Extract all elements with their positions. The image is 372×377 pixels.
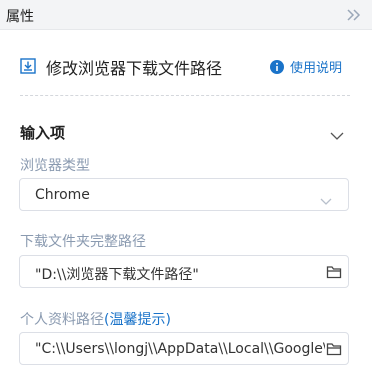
folder-icon[interactable] xyxy=(326,264,342,280)
download-folder-value: "D:\\浏览器下载文件路径" xyxy=(35,267,199,283)
help-label: 使用说明 xyxy=(290,61,343,76)
panel-title: 属性 xyxy=(6,9,34,25)
chevron-down-icon xyxy=(320,191,332,205)
download-box-icon xyxy=(20,58,36,74)
action-title: 修改浏览器下载文件路径 xyxy=(46,59,223,78)
download-folder-input[interactable]: "D:\\浏览器下载文件路径" xyxy=(19,255,349,288)
divider xyxy=(20,95,350,96)
browser-type-label: 浏览器类型 xyxy=(20,158,90,174)
browser-type-select[interactable]: Chrome xyxy=(19,178,349,211)
profile-path-value: "C:\\Users\\longj\\AppData\\Local\\Googl… xyxy=(35,341,325,357)
info-icon xyxy=(270,59,284,74)
profile-path-input[interactable]: "C:\\Users\\longj\\AppData\\Local\\Googl… xyxy=(19,332,349,365)
double-chevron-right-icon[interactable] xyxy=(344,5,364,25)
browser-type-value: Chrome xyxy=(35,187,90,203)
profile-path-hint[interactable]: (温馨提示) xyxy=(104,312,171,328)
download-folder-label: 下载文件夹完整路径 xyxy=(20,234,146,250)
profile-path-label: 个人资料路径(温馨提示) xyxy=(20,309,171,329)
section-title: 输入项 xyxy=(20,124,66,142)
properties-panel-header: 属性 xyxy=(0,0,372,30)
chevron-down-icon[interactable] xyxy=(330,126,344,140)
help-link[interactable]: 使用说明 xyxy=(270,57,350,76)
action-header: 修改浏览器下载文件路径 使用说明 xyxy=(20,52,352,80)
folder-icon[interactable] xyxy=(326,341,342,357)
profile-path-label-text: 个人资料路径 xyxy=(20,312,104,328)
input-section-header[interactable]: 输入项 xyxy=(20,120,350,144)
